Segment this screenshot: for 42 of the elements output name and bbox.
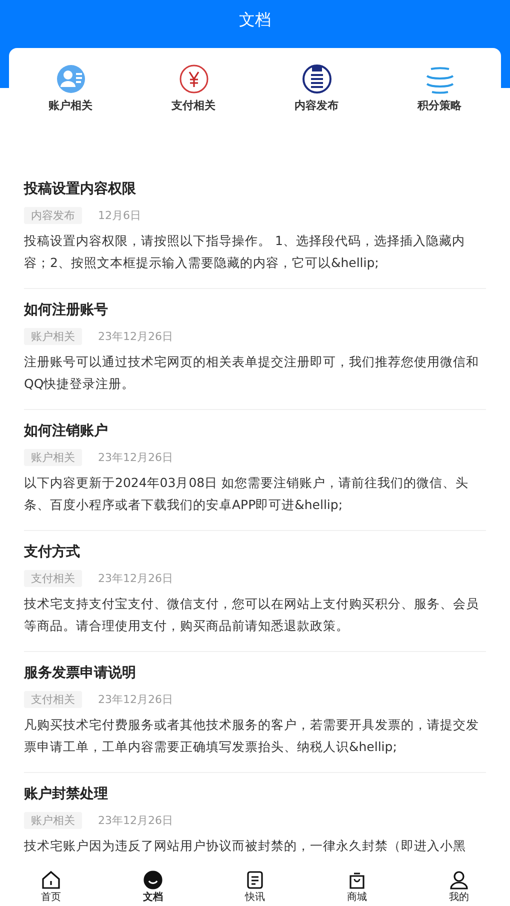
article-summary: 注册账号可以通过技术宅网页的相关表单提交注册即可，我们推荐您使用微信和QQ快捷登录注册。 (24, 353, 480, 393)
article-date: 23年12月26日 (98, 329, 173, 344)
article-title[interactable]: 投稿设置内容权限 (24, 179, 486, 199)
user-card-icon (56, 64, 86, 94)
article-title[interactable]: 如何注册账号 (24, 300, 486, 320)
category-tag: 账户相关 (24, 449, 82, 466)
category-tag: 内容发布 (24, 207, 82, 224)
tab-bar-item[interactable]: 首页 (41, 868, 61, 906)
article-summary: 凡购买技术宅付费服务或者其他技术服务的客户，若需要开具发票的，请提交发票申请工单，工单内容需要正确填写发票抬头、纳税人识&hellip; (24, 716, 480, 756)
article-title[interactable]: 支付方式 (24, 542, 486, 562)
category-link[interactable]: 账户相关 (48, 99, 92, 113)
stack-icon (424, 64, 454, 94)
article-summary: 技术宅账户因为违反了网站用户协议而被封禁的，一律永久封禁（即进入小黑 (24, 837, 467, 855)
article-date: 23年12月26日 (98, 571, 173, 586)
article-summary: 投稿设置内容权限，请按照以下指导操作。 1、选择段代码，选择插入隐藏内容；2、按照文本框提示输入需要隐藏的内容，它可以&hellip; (24, 232, 466, 272)
category-tag: 支付相关 (24, 691, 82, 708)
category-link[interactable]: 内容发布 (294, 99, 338, 113)
category-tag: 账户相关 (24, 812, 82, 829)
category-link[interactable]: 支付相关 (172, 99, 216, 113)
article-date: 23年12月26日 (98, 450, 173, 465)
person-icon (449, 870, 469, 890)
article-title[interactable]: 如何注销账户 (24, 421, 486, 441)
article-date: 23年12月26日 (98, 813, 173, 828)
article-title[interactable]: 账户封禁处理 (24, 784, 486, 804)
tab-bar-item[interactable]: 文档 (143, 868, 163, 906)
tab-bar-item[interactable]: 我的 (449, 868, 469, 906)
shopping-bag-icon (347, 870, 367, 890)
tab-bar-item[interactable]: 快讯 (245, 868, 265, 906)
article-title[interactable]: 服务发票申请说明 (24, 663, 486, 683)
yuan-icon (178, 64, 208, 94)
document-icon (245, 870, 265, 890)
category-tag: 支付相关 (24, 570, 82, 587)
article-summary: 以下内容更新于2024年03月08日 如您需要注销账户，请前往我们的微信、头条、百度小程序或者下载我们的安卓APP即可进&hellip; (24, 474, 470, 514)
category-link[interactable]: 积分策略 (418, 99, 462, 113)
home-icon (41, 870, 61, 890)
article-date: 23年12月26日 (98, 692, 173, 707)
category-tag: 账户相关 (24, 328, 82, 345)
article-summary: 技术宅支持支付宝支付、微信支付，您可以在网站上支付购买积分、服务、会员等商品。请合理使用支付，购买商品前请知悉退款政策。 (24, 595, 480, 635)
article-date: 12月6日 (98, 208, 141, 223)
clipboard-icon (302, 64, 332, 94)
tab-bar-item[interactable]: 商城 (347, 868, 367, 906)
page-title: 文档 (239, 10, 271, 29)
